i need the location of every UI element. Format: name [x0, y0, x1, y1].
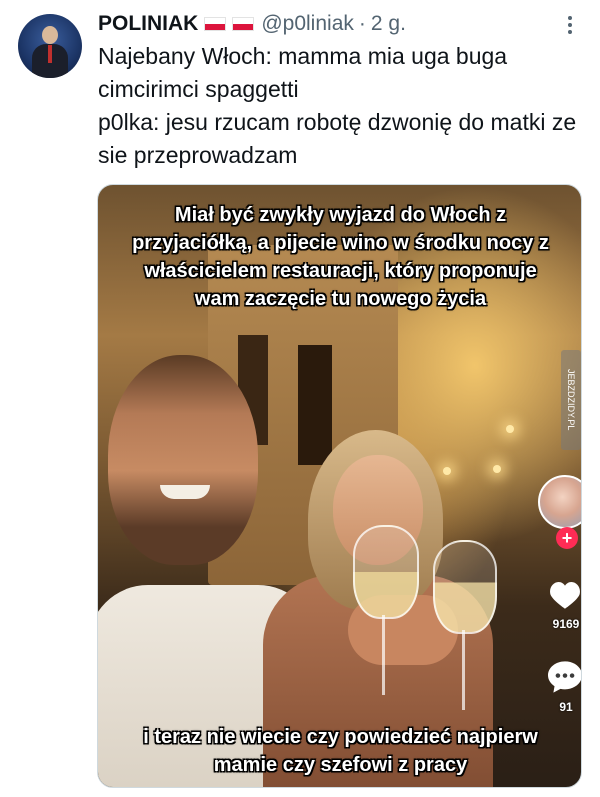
- poland-flag-icon: [204, 17, 227, 31]
- caption-line: i teraz nie wiecie czy powiedzieć najpie…: [143, 726, 538, 748]
- tweet-text: Najebany Włoch: mamma mia uga buga cimci…: [98, 40, 578, 172]
- heart-icon[interactable]: [548, 580, 582, 610]
- comment-count: 91: [559, 700, 573, 714]
- caption-line: mamie czy szefowi z pracy: [213, 754, 468, 776]
- poland-flag-icon: [232, 17, 255, 31]
- avatar-figure-tie: [48, 45, 52, 63]
- man-smile: [160, 485, 210, 499]
- wine-glass: [353, 525, 419, 619]
- street-light: [443, 467, 451, 475]
- wine-glass-stem: [462, 630, 465, 710]
- tweet-text-line: Najebany Włoch: mamma mia uga buga cimci…: [98, 43, 508, 102]
- user-handle[interactable]: @p0liniak: [261, 12, 354, 36]
- tweet-text-line: p0lka: jesu rzucam robotę dzwonię do mat…: [98, 109, 577, 168]
- separator-dot: ·: [358, 12, 366, 35]
- display-name[interactable]: POLINIAK: [98, 12, 198, 36]
- tweet-header: POLINIAK @p0liniak · 2 g.: [98, 10, 406, 38]
- caption-top: Miał być zwykły wyjazd do Włoch z przyja…: [118, 201, 563, 313]
- creator-avatar[interactable]: [538, 475, 581, 529]
- street-light: [506, 425, 514, 433]
- media-photo[interactable]: Miał być zwykły wyjazd do Włoch z przyja…: [97, 184, 582, 788]
- like-count: 9169: [552, 617, 580, 631]
- background-window: [298, 345, 332, 465]
- wine-glass: [433, 540, 497, 634]
- avatar[interactable]: [18, 14, 82, 78]
- comment-icon[interactable]: [546, 660, 582, 694]
- caption-line: przyjaciółką, a pijecie wino w środku no…: [132, 232, 549, 254]
- timestamp[interactable]: 2 g.: [371, 12, 406, 36]
- avatar-figure-head: [42, 26, 58, 44]
- caption-line: wam zaczęcie tu nowego życia: [194, 288, 487, 310]
- more-vertical-icon[interactable]: [560, 12, 580, 38]
- follow-button[interactable]: +: [556, 527, 578, 549]
- street-light: [493, 465, 501, 473]
- caption-bottom: i teraz nie wiecie czy powiedzieć najpie…: [118, 723, 563, 779]
- caption-line: właścicielem restauracji, który proponuj…: [144, 260, 537, 282]
- watermark: JEBZDZIDY.PL: [561, 350, 581, 450]
- caption-line: Miał być zwykły wyjazd do Włoch z: [174, 204, 507, 226]
- man-face: [108, 355, 258, 565]
- wine-glass-stem: [382, 615, 385, 695]
